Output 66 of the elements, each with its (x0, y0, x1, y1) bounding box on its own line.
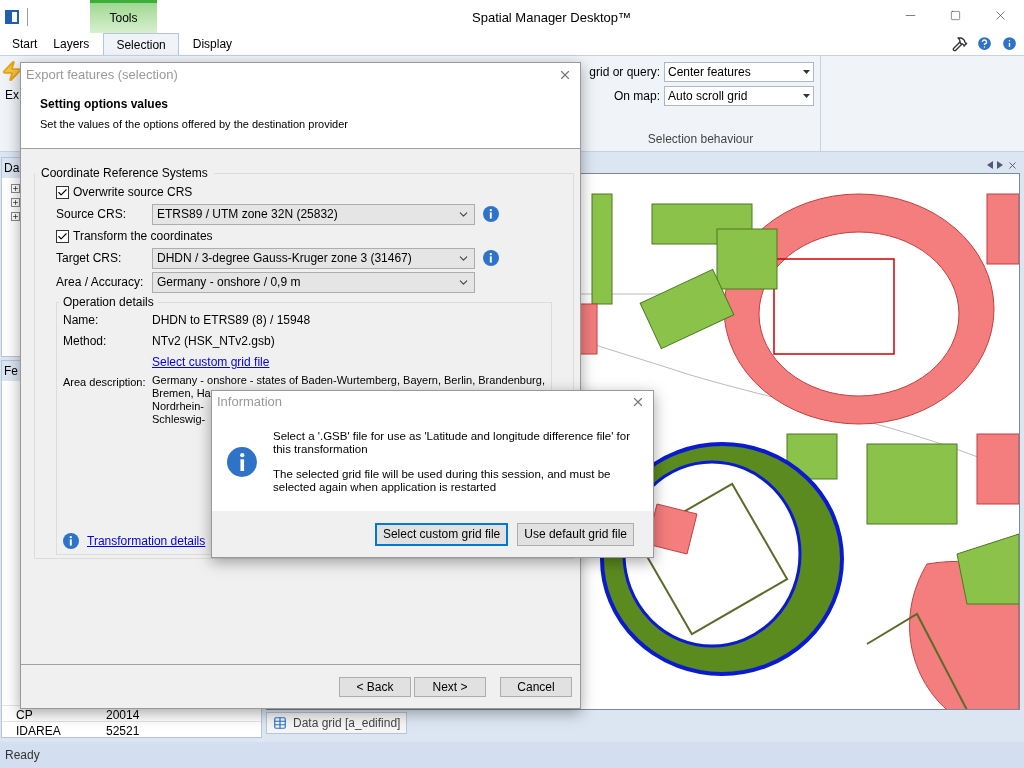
field-label: grid or query: (589, 64, 660, 81)
field-label: Name: (63, 312, 100, 329)
wizard-button[interactable]: < Back (339, 676, 411, 697)
close-icon[interactable] (1007, 159, 1018, 171)
group-title: Operation details (62, 294, 155, 311)
page-heading: Setting options values (40, 96, 168, 113)
dialog-button[interactable]: Use default grid file (517, 522, 634, 546)
help-icon[interactable] (976, 35, 993, 52)
property-value: 20014 (105, 707, 140, 721)
about-icon[interactable] (1001, 35, 1018, 52)
close-icon[interactable] (558, 68, 572, 82)
document-tab[interactable]: Data grid [a_edifind] (266, 712, 408, 734)
wizard-button[interactable]: Cancel (500, 676, 572, 697)
dialog-title: Export features (selection) (26, 66, 178, 85)
expand-icon[interactable] (11, 198, 20, 207)
left-arrow-icon[interactable] (987, 161, 993, 169)
info-icon (63, 533, 79, 549)
property-name: IDAREA (15, 723, 62, 737)
wizard-button[interactable]: Next > (414, 676, 486, 697)
field-label: Target CRS: (56, 250, 123, 267)
field-label: Method: (63, 333, 108, 350)
status-text: Ready (5, 747, 40, 764)
area-description-line: Schleswig- (152, 413, 206, 426)
dropdown-field[interactable]: ETRS89 / UTM zone 32N (25832) (152, 203, 475, 225)
app-logo-icon (5, 8, 19, 25)
expand-icon[interactable] (11, 212, 20, 221)
checkbox[interactable] (56, 185, 69, 199)
right-arrow-icon[interactable] (997, 161, 1003, 169)
dropdown-arrow-icon[interactable] (803, 70, 810, 74)
message-text: Select a '.GSB' file for use as 'Latitude and longitude difference file' for this transformation (273, 429, 631, 456)
ribbon-group-title: Selection behaviour (647, 131, 754, 148)
dropdown-field[interactable]: DHDN / 3-degree Gauss-Kruger zone 3 (31467) (152, 247, 475, 269)
ribbon-tab[interactable]: Start (4, 33, 46, 55)
field-label: On map: (613, 88, 660, 105)
checkbox-label: Overwrite source CRS (73, 184, 193, 201)
property-name: CP (15, 707, 34, 721)
maximize-icon[interactable] (950, 9, 961, 21)
dropdown-field[interactable]: Center features (664, 62, 814, 82)
area-description-line: Bremen, Ha (152, 387, 211, 400)
dropdown-field[interactable]: Germany - onshore / 0,9 m (152, 271, 475, 293)
info-icon (227, 446, 257, 477)
ribbon-button-label: Ex (5, 87, 19, 104)
grid-icon (273, 716, 287, 730)
property-value: 52521 (105, 723, 140, 737)
page-subtitle: Set the values of the options offered by the destination provider (40, 117, 348, 132)
checkbox[interactable] (56, 229, 69, 243)
ribbon-tab[interactable]: Layers (45, 33, 98, 55)
lightning-icon[interactable] (1, 60, 23, 82)
dropdown-field[interactable]: Auto scroll grid (664, 86, 814, 106)
window-title: Spatial Manager Desktop™ (472, 9, 631, 27)
message-text: The selected grid file will be used during this session, and must be selected again when application is restarted (273, 467, 612, 494)
transformation-details-link[interactable]: Transformation details (87, 532, 206, 550)
ribbon-tab[interactable]: Selection (103, 33, 179, 55)
field-label: Area / Accuracy: (56, 274, 145, 291)
dialog-button[interactable]: Select custom grid file (374, 522, 509, 546)
expand-icon[interactable] (11, 184, 20, 193)
area-description-line: Nordrhein- (152, 400, 204, 413)
ribbon-tab[interactable]: Display (184, 33, 241, 55)
tools-icon[interactable] (952, 35, 968, 52)
field-label: Source CRS: (56, 206, 128, 223)
field-value: NTv2 (HSK_NTv2.gsb) (152, 333, 276, 350)
checkbox-label: Transform the coordinates (73, 228, 213, 245)
dialog-title: Information (217, 392, 283, 411)
field-value: DHDN to ETRS89 (8) / 15948 (152, 312, 312, 329)
dropdown-arrow-icon[interactable] (803, 94, 810, 98)
contextual-tab-label: Tools (109, 10, 138, 27)
